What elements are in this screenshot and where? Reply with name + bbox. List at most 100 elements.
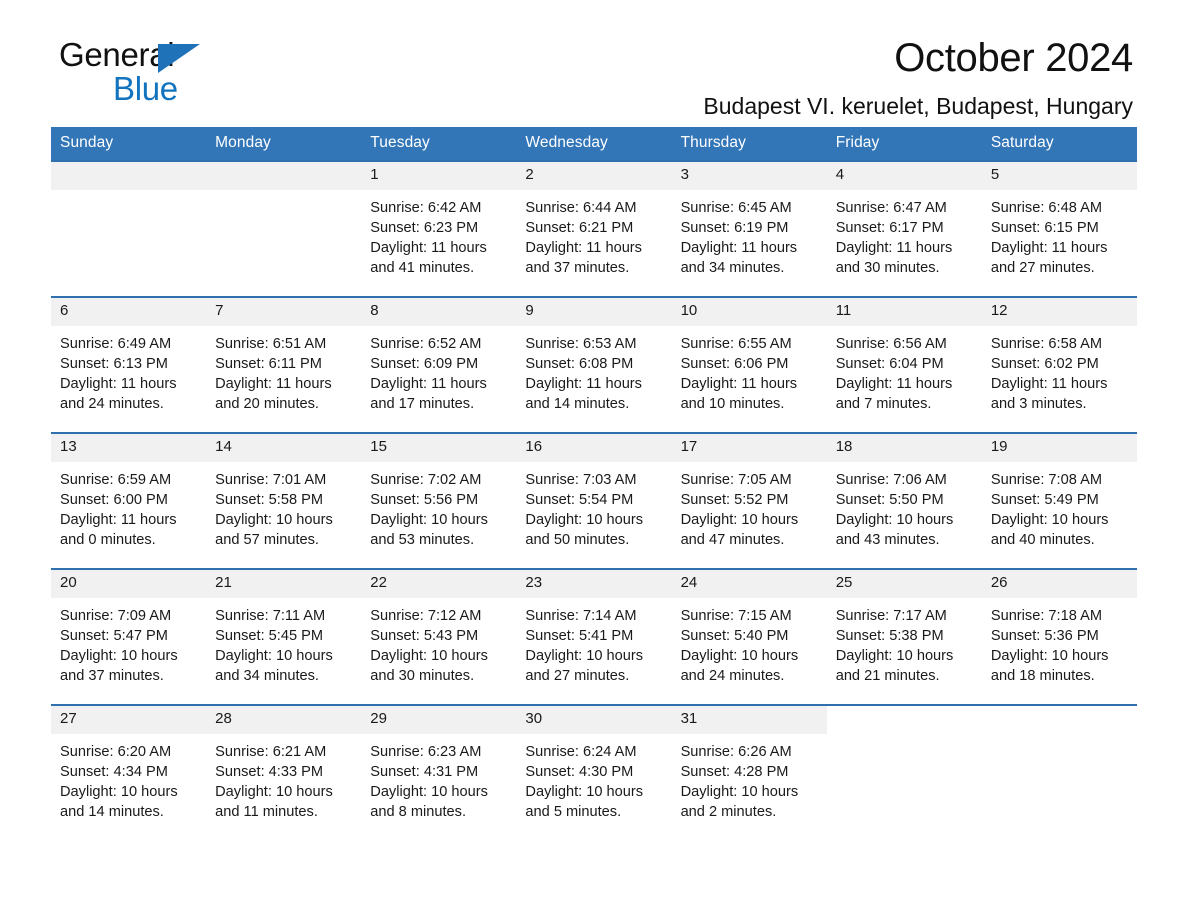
- day-sunrise-line: Sunrise: 7:09 AM: [60, 607, 172, 624]
- day-daylight-line: Daylight: 10 hours: [680, 511, 799, 528]
- day-sunrise-line: Sunrise: 7:15 AM: [680, 607, 792, 624]
- day-sunrise-line: Sunrise: 6:42 AM: [370, 199, 482, 216]
- calendar-day-cell[interactable]: 3 Sunrise: 6:45 AM Sunset: 6:19 PM Daylight…: [671, 161, 827, 297]
- day-sunset-line: Sunset: 6:17 PM: [835, 219, 944, 236]
- day-details: Sunrise: 6:45 AM Sunset: 6:19 PM Daylight:…: [672, 190, 827, 279]
- calendar-day-cell[interactable]: 20 Sunrise: 7:09 AM Sunset: 5:47 PM Dayligh…: [51, 569, 207, 705]
- day-number: 2: [516, 162, 672, 190]
- logo-triangle-icon: [158, 44, 200, 73]
- day-sunrise-line: Sunrise: 7:12 AM: [370, 607, 482, 624]
- calendar-day-cell[interactable]: 24 Sunrise: 7:15 AM Sunset: 5:40 PM Dayligh…: [671, 569, 827, 705]
- day-sunrise-line: Sunrise: 6:20 AM: [60, 743, 172, 760]
- calendar-day-cell[interactable]: 15 Sunrise: 7:02 AM Sunset: 5:56 PM Dayligh…: [361, 433, 517, 569]
- calendar-day-cell[interactable]: 28 Sunrise: 6:21 AM Sunset: 4:33 PM Dayligh…: [206, 705, 362, 840]
- calendar-day-cell[interactable]: 30 Sunrise: 6:24 AM Sunset: 4:30 PM Dayligh…: [516, 705, 672, 840]
- day-sunrise-line: Sunrise: 7:01 AM: [215, 471, 327, 488]
- calendar-day-cell[interactable]: 4 Sunrise: 6:47 AM Sunset: 6:17 PM Daylight…: [826, 161, 982, 297]
- calendar-day-cell[interactable]: 31 Sunrise: 6:26 AM Sunset: 4:28 PM Dayligh…: [671, 705, 827, 840]
- weekday-header-tuesday: Tuesday: [361, 127, 517, 161]
- day-daylight-line: and 21 minutes.: [835, 667, 940, 684]
- day-details: Sunrise: 7:03 AM Sunset: 5:54 PM Daylight:…: [516, 462, 671, 551]
- calendar-day-cell[interactable]: 6 Sunrise: 6:49 AM Sunset: 6:13 PM Daylight…: [51, 297, 207, 433]
- day-number: 24: [671, 570, 827, 598]
- day-daylight-line: Daylight: 10 hours: [215, 783, 333, 800]
- day-daylight-line: Daylight: 11 hours: [990, 239, 1108, 256]
- calendar-day-cell[interactable]: 17 Sunrise: 7:05 AM Sunset: 5:52 PM Dayligh…: [671, 433, 827, 569]
- day-sunset-line: Sunset: 4:33 PM: [215, 763, 324, 780]
- day-daylight-line: and 27 minutes.: [990, 259, 1095, 276]
- calendar-day-cell[interactable]: 19 Sunrise: 7:08 AM Sunset: 5:49 PM Dayligh…: [981, 433, 1137, 569]
- day-sunrise-line: Sunrise: 7:17 AM: [835, 607, 947, 624]
- calendar-day-cell[interactable]: 8 Sunrise: 6:52 AM Sunset: 6:09 PM Daylight…: [361, 297, 517, 433]
- calendar-day-cell[interactable]: 21 Sunrise: 7:11 AM Sunset: 5:45 PM Dayligh…: [206, 569, 362, 705]
- calendar-day-cell[interactable]: 9 Sunrise: 6:53 AM Sunset: 6:08 PM Daylight…: [516, 297, 672, 433]
- day-details: Sunrise: 7:06 AM Sunset: 5:50 PM Daylight:…: [827, 462, 982, 551]
- day-number: 18: [826, 434, 982, 462]
- day-number: 3: [671, 162, 827, 190]
- day-sunrise-line: Sunrise: 7:11 AM: [215, 607, 326, 624]
- day-sunrise-line: Sunrise: 6:49 AM: [60, 335, 172, 352]
- day-number: 29: [361, 706, 517, 734]
- calendar-week-row: 27 Sunrise: 6:20 AM Sunset: 4:34 PM Dayligh…: [51, 705, 1137, 840]
- day-daylight-line: Daylight: 10 hours: [680, 783, 799, 800]
- day-sunset-line: Sunset: 5:50 PM: [835, 491, 944, 508]
- day-sunrise-line: Sunrise: 6:23 AM: [370, 743, 482, 760]
- day-details: Sunrise: 7:01 AM Sunset: 5:58 PM Daylight:…: [206, 462, 361, 551]
- calendar-day-cell[interactable]: 16 Sunrise: 7:03 AM Sunset: 5:54 PM Dayligh…: [516, 433, 672, 569]
- day-sunset-line: Sunset: 6:13 PM: [60, 355, 168, 372]
- day-daylight-line: and 34 minutes.: [680, 259, 785, 276]
- day-details: Sunrise: 7:12 AM Sunset: 5:43 PM Daylight:…: [361, 598, 516, 687]
- day-number: [51, 162, 207, 190]
- day-details: Sunrise: 6:42 AM Sunset: 6:23 PM Daylight:…: [361, 190, 516, 279]
- calendar-day-cell[interactable]: 13 Sunrise: 6:59 AM Sunset: 6:00 PM Dayligh…: [51, 433, 207, 569]
- calendar-day-cell[interactable]: 1 Sunrise: 6:42 AM Sunset: 6:23 PM Daylight…: [361, 161, 517, 297]
- day-daylight-line: and 11 minutes.: [215, 803, 318, 820]
- day-daylight-line: Daylight: 10 hours: [215, 647, 333, 664]
- calendar-day-cell[interactable]: 2 Sunrise: 6:44 AM Sunset: 6:21 PM Daylight…: [516, 161, 672, 297]
- day-sunrise-line: Sunrise: 6:21 AM: [215, 743, 327, 760]
- calendar-day-cell[interactable]: 22 Sunrise: 7:12 AM Sunset: 5:43 PM Dayligh…: [361, 569, 517, 705]
- calendar-day-cell[interactable]: 11 Sunrise: 6:56 AM Sunset: 6:04 PM Dayligh…: [826, 297, 982, 433]
- calendar-day-cell[interactable]: 14 Sunrise: 7:01 AM Sunset: 5:58 PM Dayligh…: [206, 433, 362, 569]
- day-details: Sunrise: 6:48 AM Sunset: 6:15 PM Daylight:…: [982, 190, 1137, 279]
- calendar-day-cell[interactable]: 18 Sunrise: 7:06 AM Sunset: 5:50 PM Dayligh…: [826, 433, 982, 569]
- day-sunset-line: Sunset: 6:21 PM: [525, 219, 634, 236]
- calendar-day-cell[interactable]: 5 Sunrise: 6:48 AM Sunset: 6:15 PM Daylight…: [981, 161, 1137, 297]
- calendar-day-cell[interactable]: 26 Sunrise: 7:18 AM Sunset: 5:36 PM Dayligh…: [981, 569, 1137, 705]
- day-daylight-line: and 37 minutes.: [525, 259, 630, 276]
- generalblue-logo[interactable]: General Blue: [59, 38, 289, 116]
- calendar-day-cell: [982, 705, 1137, 840]
- calendar-day-cell: [827, 705, 982, 840]
- calendar-day-cell[interactable]: 10 Sunrise: 6:55 AM Sunset: 6:06 PM Dayligh…: [671, 297, 827, 433]
- day-details: Sunrise: 7:17 AM Sunset: 5:38 PM Daylight:…: [827, 598, 982, 687]
- calendar-day-cell[interactable]: 27 Sunrise: 6:20 AM Sunset: 4:34 PM Dayligh…: [51, 705, 207, 840]
- day-details: Sunrise: 6:51 AM Sunset: 6:11 PM Daylight:…: [206, 326, 361, 415]
- calendar-week-row: 13 Sunrise: 6:59 AM Sunset: 6:00 PM Dayligh…: [51, 433, 1137, 569]
- day-number: 9: [516, 298, 672, 326]
- day-sunrise-line: Sunrise: 6:56 AM: [835, 335, 947, 352]
- day-number: 12: [981, 298, 1137, 326]
- weekday-header-monday: Monday: [206, 127, 362, 161]
- day-sunset-line: Sunset: 4:31 PM: [370, 763, 479, 780]
- calendar-header-row: Sunday Monday Tuesday Wednesday Thursday…: [51, 127, 1137, 161]
- calendar-day-cell[interactable]: 12 Sunrise: 6:58 AM Sunset: 6:02 PM Dayligh…: [981, 297, 1137, 433]
- day-sunset-line: Sunset: 5:49 PM: [990, 491, 1099, 508]
- day-daylight-line: Daylight: 11 hours: [990, 375, 1108, 392]
- day-number: 22: [361, 570, 517, 598]
- day-number: 4: [826, 162, 982, 190]
- day-number: [982, 706, 1137, 734]
- calendar-day-cell[interactable]: 29 Sunrise: 6:23 AM Sunset: 4:31 PM Dayligh…: [361, 705, 517, 840]
- day-daylight-line: and 2 minutes.: [680, 803, 777, 820]
- day-details: Sunrise: 6:26 AM Sunset: 4:28 PM Daylight:…: [672, 734, 827, 823]
- day-sunrise-line: Sunrise: 7:18 AM: [990, 607, 1102, 624]
- day-sunrise-line: Sunrise: 6:51 AM: [215, 335, 327, 352]
- day-sunrise-line: Sunrise: 6:55 AM: [680, 335, 792, 352]
- calendar-day-cell[interactable]: 23 Sunrise: 7:14 AM Sunset: 5:41 PM Dayligh…: [516, 569, 672, 705]
- calendar-day-cell[interactable]: 7 Sunrise: 6:51 AM Sunset: 6:11 PM Daylight…: [206, 297, 362, 433]
- calendar-day-cell[interactable]: 25 Sunrise: 7:17 AM Sunset: 5:38 PM Dayligh…: [826, 569, 982, 705]
- day-details: Sunrise: 7:18 AM Sunset: 5:36 PM Daylight:…: [982, 598, 1137, 687]
- day-daylight-line: Daylight: 10 hours: [525, 647, 644, 664]
- day-sunrise-line: Sunrise: 6:47 AM: [835, 199, 947, 216]
- day-daylight-line: Daylight: 10 hours: [370, 511, 488, 528]
- day-daylight-line: and 57 minutes.: [215, 531, 319, 548]
